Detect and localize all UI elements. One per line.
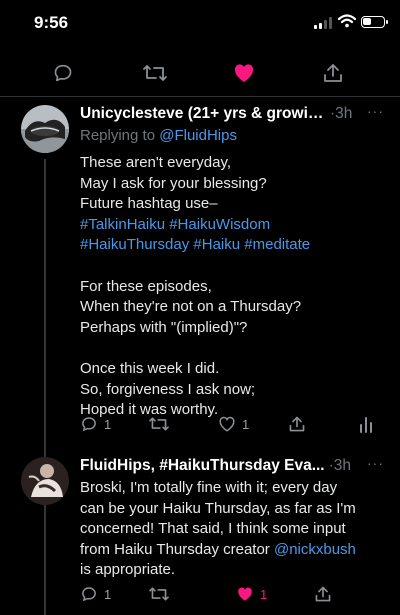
tweet-line: For these episodes, xyxy=(80,277,212,295)
tweet-header: Unicyclesteve (21+ yrs & growin... ·3h ··… xyxy=(80,103,384,123)
author-name[interactable]: Unicyclesteve (21+ yrs & growin... xyxy=(80,105,326,123)
analytics-button[interactable] xyxy=(358,415,374,433)
like-icon xyxy=(219,416,235,432)
like-icon[interactable] xyxy=(232,62,256,84)
reply-icon[interactable] xyxy=(52,62,74,84)
tweet-line: Once this week I did. xyxy=(80,359,220,377)
timestamp[interactable]: 3h xyxy=(335,105,352,122)
tweet-line: May I ask for your blessing? xyxy=(80,174,267,192)
share-icon[interactable] xyxy=(322,62,344,84)
tweet-line: #TalkinHaiku #HaikuWisdom xyxy=(80,215,390,236)
thread-line xyxy=(44,511,46,615)
like-button[interactable]: 1 xyxy=(218,415,249,433)
analytics-icon xyxy=(360,417,372,433)
status-bar: 9:56 xyxy=(0,0,400,48)
wifi-icon xyxy=(337,14,357,30)
divider xyxy=(0,96,400,97)
author-name[interactable]: FluidHips, #HaikuThursday Eva... xyxy=(80,457,325,475)
replying-to: Replying to @FluidHips xyxy=(80,127,237,144)
tweet-line xyxy=(80,256,390,277)
tweet-line: So, forgiveness I ask now; xyxy=(80,380,256,398)
retweet-icon[interactable] xyxy=(142,62,168,84)
like-icon xyxy=(238,587,252,601)
tweet-header: FluidHips, #HaikuThursday Eva... ·3h ··· xyxy=(80,455,384,475)
share-icon xyxy=(289,416,305,432)
retweet-button[interactable] xyxy=(148,415,170,433)
hashtag-link[interactable]: #HaikuWisdom xyxy=(169,216,270,233)
more-options-icon[interactable]: ··· xyxy=(367,103,384,119)
retweet-button[interactable] xyxy=(148,585,170,603)
tweet-line: When they're not on a Thursday? xyxy=(80,298,302,316)
tweet-text: These aren't everyday, May I ask for your… xyxy=(80,153,390,421)
replying-handle-link[interactable]: @FluidHips xyxy=(159,127,237,144)
share-button[interactable] xyxy=(288,415,306,433)
like-button[interactable]: 1 xyxy=(236,585,267,603)
tweet-line: #HaikuThursday #Haiku #meditate xyxy=(80,235,390,256)
like-count: 1 xyxy=(242,416,250,432)
battery-icon xyxy=(361,16,388,28)
timestamp[interactable]: 3h xyxy=(334,457,351,474)
share-button[interactable] xyxy=(314,585,332,603)
reply-icon xyxy=(82,417,96,432)
avatar[interactable] xyxy=(21,105,69,153)
tweet-line: Perhaps with "(implied)"? xyxy=(80,318,248,336)
reply-count: 1 xyxy=(104,416,112,432)
reply-count: 1 xyxy=(104,586,112,602)
more-options-icon[interactable]: ··· xyxy=(367,455,384,471)
tweet-line: These aren't everyday, xyxy=(80,154,231,171)
hashtag-link[interactable]: #HaikuThursday xyxy=(80,236,189,253)
hashtag-link[interactable]: #TalkinHaiku xyxy=(80,216,165,233)
share-icon xyxy=(315,586,331,602)
reply-icon xyxy=(82,587,96,602)
status-time: 9:56 xyxy=(34,13,69,32)
retweet-icon xyxy=(149,417,169,431)
mention-link[interactable]: @nickxbush xyxy=(274,541,356,558)
signal-icon xyxy=(314,17,332,29)
retweet-icon xyxy=(149,587,169,601)
tweet-text: Broski, I'm totally fine with it; every … xyxy=(80,479,356,579)
reply-button[interactable]: 1 xyxy=(80,585,111,603)
hashtag-link[interactable]: #meditate xyxy=(244,236,310,253)
tweet-line: Future hashtag use– xyxy=(80,195,218,213)
hashtag-link[interactable]: #Haiku xyxy=(193,236,240,253)
tweet-line xyxy=(80,338,390,359)
avatar[interactable] xyxy=(21,457,69,505)
main-tweet-action-bar xyxy=(0,58,400,88)
reply-button[interactable]: 1 xyxy=(80,415,111,433)
battery-level xyxy=(363,18,371,25)
like-count: 1 xyxy=(260,586,268,602)
